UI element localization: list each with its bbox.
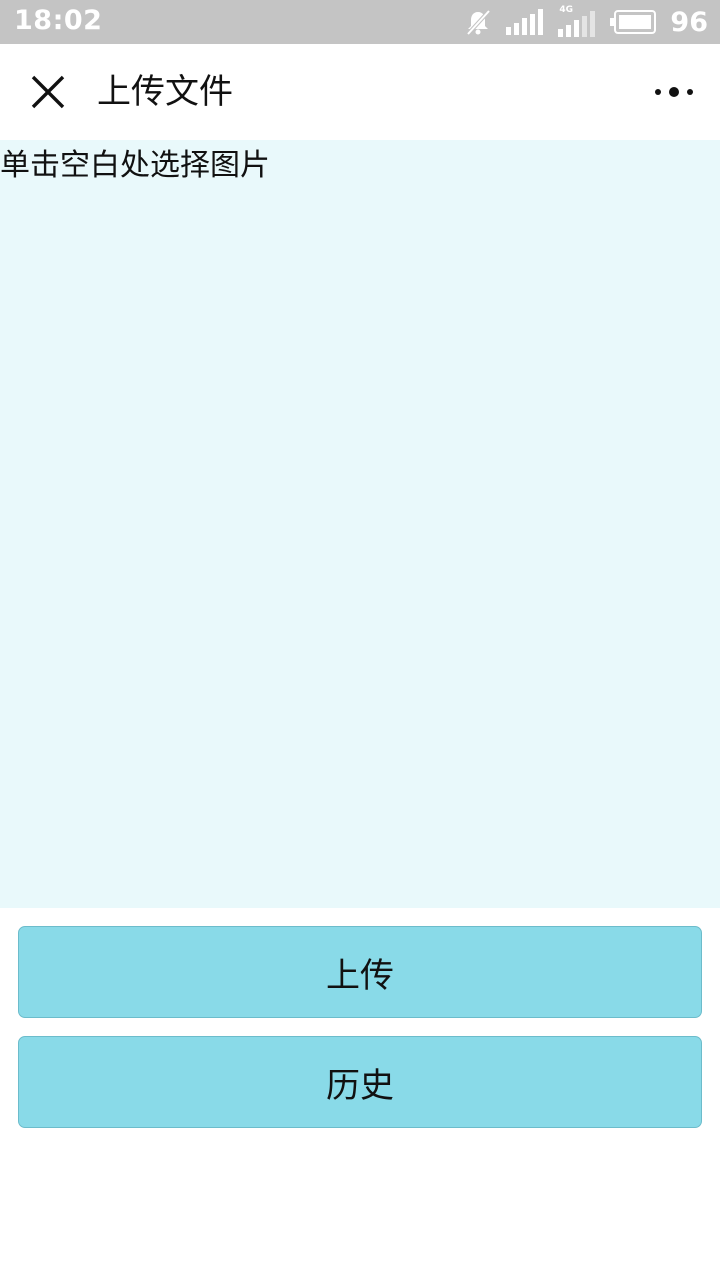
battery-level: 96 [670,6,708,38]
status-icons: 4G 96 [464,0,708,44]
battery-icon [610,10,657,34]
more-dots-icon [655,87,693,97]
image-picker-area[interactable]: 单击空白处选择图片 [0,140,720,908]
bell-muted-icon [466,9,491,36]
picker-hint: 单击空白处选择图片 [0,148,270,183]
status-time: 18:02 [14,5,103,36]
history-button[interactable]: 历史 [18,1036,702,1128]
close-button[interactable] [24,68,72,116]
network-type-label: 4G [559,5,574,15]
signal-icon [506,9,544,35]
status-bar: 18:02 4G 96 [0,0,720,44]
close-icon [31,75,65,109]
nav-bar: 上传文件 [0,44,720,140]
page-title: 上传文件 [97,72,233,112]
more-button[interactable] [650,74,698,110]
upload-button[interactable]: 上传 [18,926,702,1018]
signal-4g-icon: 4G [558,5,596,37]
